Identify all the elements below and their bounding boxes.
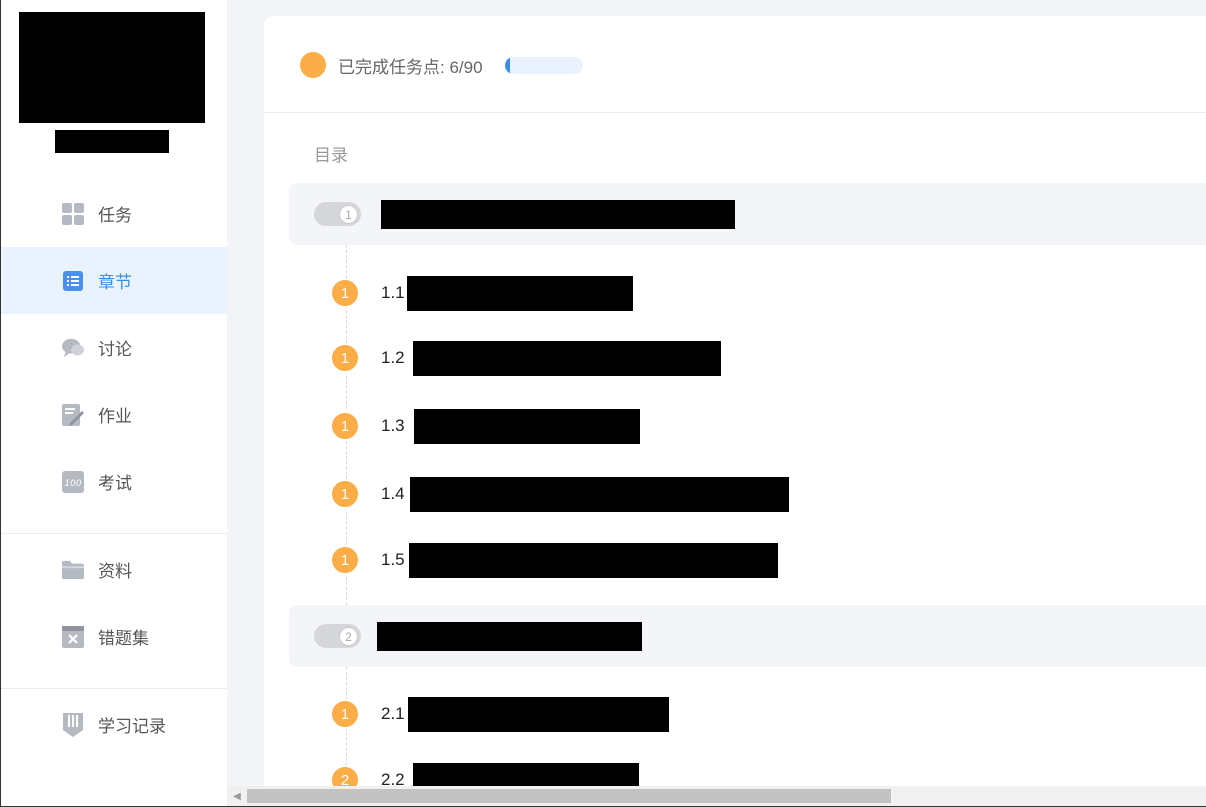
chapter-title-redacted [381, 200, 735, 229]
sidebar-item-label: 资料 [98, 562, 132, 581]
section-number: 2.1 [381, 704, 405, 723]
sidebar-item-homework[interactable]: 作业 [1, 381, 227, 448]
section-title-redacted [413, 341, 721, 376]
header-divider [264, 112, 1206, 113]
edit-icon [62, 403, 84, 426]
sidebar-item-label: 作业 [98, 407, 132, 426]
section-title-redacted [409, 543, 778, 578]
section-status-badge: 1 [330, 479, 360, 509]
sidebar-item-tasks[interactable]: 任务 [1, 180, 227, 247]
section-status-badge: 1 [330, 545, 360, 575]
progress-dot-icon [300, 52, 326, 78]
grid-icon [62, 202, 84, 225]
wrong-questions-icon [62, 625, 84, 648]
section-row[interactable]: 1 1.3 [330, 409, 640, 444]
chapter-toggle[interactable]: 2 [314, 624, 361, 648]
section-title-redacted [414, 409, 640, 444]
section-row[interactable]: 1 1.4 [330, 477, 789, 512]
progress-bar [504, 56, 583, 74]
section-status-badge: 1 [330, 699, 360, 729]
record-icon [62, 712, 84, 737]
chapter-row[interactable]: 2 [289, 605, 1206, 667]
section-number: 1.5 [381, 550, 405, 569]
scroll-left-arrow-icon[interactable]: ◀ [227, 786, 247, 806]
section-number: 1.2 [381, 348, 405, 367]
toc-title: 目录 [314, 146, 348, 165]
chapter-number: 1 [339, 205, 358, 224]
section-title-redacted [410, 477, 789, 512]
progress-text: 已完成任务点: 6/90 [338, 57, 483, 77]
progress-bar-fill [504, 56, 510, 74]
sidebar-divider [1, 533, 227, 534]
section-number: 1.1 [381, 283, 405, 302]
section-number: 1.4 [381, 484, 405, 503]
section-row[interactable]: 1 1.5 [330, 543, 778, 578]
sidebar-item-label: 章节 [98, 273, 132, 292]
chapter-toggle[interactable]: 1 [314, 202, 361, 226]
sidebar-item-label: 任务 [98, 206, 132, 225]
scrollbar-thumb[interactable] [247, 789, 891, 803]
sidebar-item-label: 错题集 [98, 629, 149, 648]
section-title-redacted [408, 697, 669, 732]
svg-text:100: 100 [64, 479, 81, 489]
section-status-badge: 1 [330, 343, 360, 373]
course-cover-redacted [19, 12, 205, 123]
chapter-title-redacted [377, 622, 642, 651]
horizontal-scrollbar[interactable]: ◀ [227, 786, 1206, 806]
course-name-redacted [55, 130, 169, 153]
sidebar-item-materials[interactable]: 资料 [1, 536, 227, 603]
chapter-panel: 已完成任务点: 6/90 目录 1 1 1.1 1 1.2 1 1.3 1 1.… [264, 16, 1206, 798]
list-icon [62, 270, 84, 292]
sidebar-item-study-record[interactable]: 学习记录 [1, 691, 227, 758]
section-row[interactable]: 1 2.1 [330, 697, 669, 732]
sidebar: 任务 章节 讨论 作业 100 考试 资料 错题集 学习记录 [1, 0, 227, 807]
section-status-badge: 1 [330, 278, 360, 308]
chat-icon [62, 337, 84, 359]
sidebar-item-label: 考试 [98, 474, 132, 493]
task-progress: 已完成任务点: 6/90 [300, 52, 583, 78]
section-status-badge: 1 [330, 411, 360, 441]
section-number: 1.3 [381, 416, 405, 435]
sidebar-item-exam[interactable]: 100 考试 [1, 448, 227, 515]
sidebar-divider [1, 688, 227, 689]
section-row[interactable]: 1 1.1 [330, 276, 633, 311]
section-row[interactable]: 1 1.2 [330, 341, 721, 376]
exam-icon: 100 [62, 470, 84, 493]
chapter-row[interactable]: 1 [289, 183, 1206, 245]
chapter-number: 2 [339, 627, 358, 646]
sidebar-item-wrong-questions[interactable]: 错题集 [1, 603, 227, 670]
sidebar-item-discussion[interactable]: 讨论 [1, 314, 227, 381]
sidebar-item-label: 讨论 [98, 340, 132, 359]
folder-icon [62, 559, 84, 581]
sidebar-nav: 任务 章节 讨论 作业 100 考试 资料 错题集 学习记录 [1, 180, 227, 758]
section-title-redacted [407, 276, 633, 311]
sidebar-item-chapters[interactable]: 章节 [1, 247, 227, 314]
sidebar-item-label: 学习记录 [98, 717, 166, 736]
